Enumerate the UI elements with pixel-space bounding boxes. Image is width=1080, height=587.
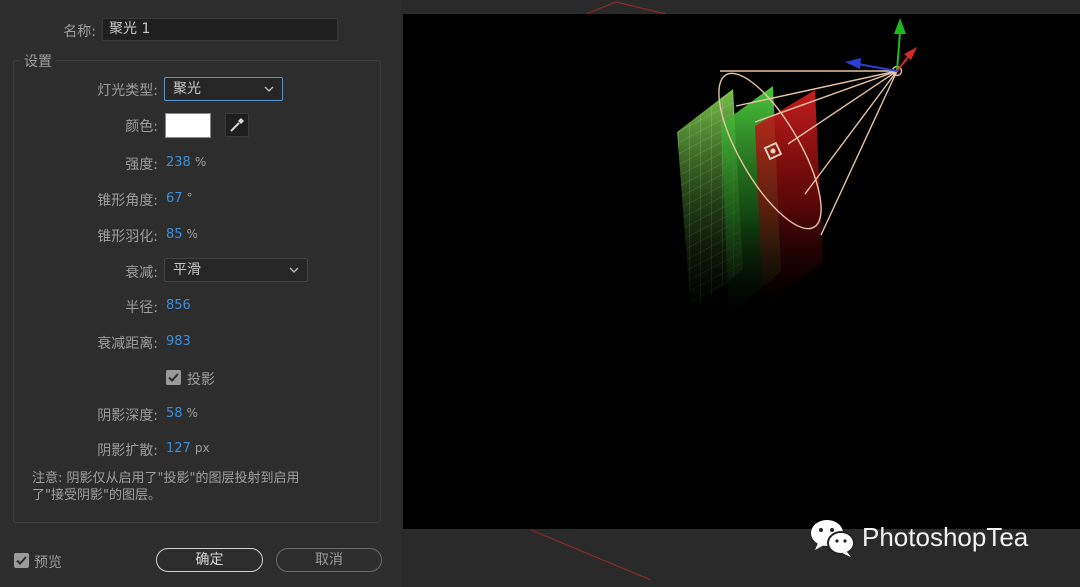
- shadow-diffusion-field[interactable]: 127 px: [166, 441, 210, 456]
- shadow-diffusion-label: 阴影扩散:: [97, 443, 158, 459]
- falloff-distance-value[interactable]: 983: [166, 334, 191, 349]
- cone-feather-value[interactable]: 85: [166, 227, 183, 242]
- casts-shadows-checkbox[interactable]: [166, 370, 181, 385]
- cancel-button[interactable]: 取消: [276, 548, 382, 572]
- intensity-value[interactable]: 238: [166, 155, 191, 170]
- chevron-down-icon: [289, 267, 299, 273]
- shadow-note: 注意: 阴影仅从启用了"投影"的图层投射到启用 了"接受阴影"的图层。: [32, 470, 362, 504]
- color-swatch[interactable]: [165, 113, 211, 138]
- cone-feather-label: 锥形羽化:: [97, 229, 158, 245]
- viewport[interactable]: [403, 14, 1080, 529]
- eyedropper-icon[interactable]: [225, 113, 249, 137]
- checkmark-icon: [168, 373, 179, 382]
- note-line-1: 注意: 阴影仅从启用了"投影"的图层投射到启用: [32, 471, 300, 486]
- note-line-2: 了"接受阴影"的图层。: [32, 488, 161, 503]
- radius-label: 半径:: [125, 300, 158, 316]
- shadow-darkness-value[interactable]: 58: [166, 406, 183, 421]
- falloff-value: 平滑: [173, 262, 201, 278]
- axis-gizmo[interactable]: [845, 18, 917, 72]
- shadow-darkness-field[interactable]: 58%: [166, 406, 198, 421]
- checkmark-icon: [16, 556, 27, 565]
- chevron-down-icon: [264, 86, 274, 92]
- cone-angle-field[interactable]: 67 °: [166, 191, 193, 206]
- shadow-diffusion-unit: px: [194, 441, 210, 455]
- light-settings-dialog: 名称: 聚光 1 设置 灯光类型: 聚光 颜色: 强度: 238% 锥形角度: …: [0, 0, 401, 587]
- settings-title: 设置: [20, 51, 56, 71]
- light-type-value: 聚光: [173, 81, 201, 97]
- name-label: 名称:: [63, 24, 96, 40]
- cone-feather-unit: %: [186, 227, 198, 241]
- intensity-label: 强度:: [125, 157, 158, 173]
- intensity-unit: %: [194, 155, 207, 169]
- light-type-select[interactable]: 聚光: [164, 77, 283, 101]
- watermark: PhotoshopTea: [808, 516, 1028, 558]
- cone-angle-label: 锥形角度:: [97, 193, 158, 209]
- preview-checkbox[interactable]: [14, 553, 29, 568]
- shadow-darkness-unit: %: [186, 406, 198, 420]
- radius-value[interactable]: 856: [166, 298, 191, 313]
- falloff-select[interactable]: 平滑: [164, 258, 308, 282]
- cone-angle-value[interactable]: 67: [166, 191, 183, 206]
- scene-3d: [677, 18, 917, 314]
- name-input[interactable]: 聚光 1: [102, 18, 338, 41]
- wechat-icon: [811, 520, 855, 557]
- ok-button[interactable]: 确定: [156, 548, 263, 572]
- falloff-distance-label: 衰减距离:: [97, 336, 158, 352]
- watermark-text: PhotoshopTea: [862, 521, 1029, 552]
- light-type-label: 灯光类型:: [97, 83, 158, 99]
- casts-shadows-label[interactable]: 投影: [187, 369, 215, 389]
- shadow-diffusion-value[interactable]: 127: [166, 441, 191, 456]
- intensity-field[interactable]: 238%: [166, 155, 206, 170]
- cone-angle-unit: °: [186, 191, 193, 205]
- cone-feather-field[interactable]: 85%: [166, 227, 198, 242]
- preview-label[interactable]: 预览: [34, 552, 62, 572]
- color-label: 颜色:: [125, 119, 158, 135]
- shadow-darkness-label: 阴影深度:: [97, 408, 158, 424]
- falloff-label: 衰减:: [125, 265, 158, 281]
